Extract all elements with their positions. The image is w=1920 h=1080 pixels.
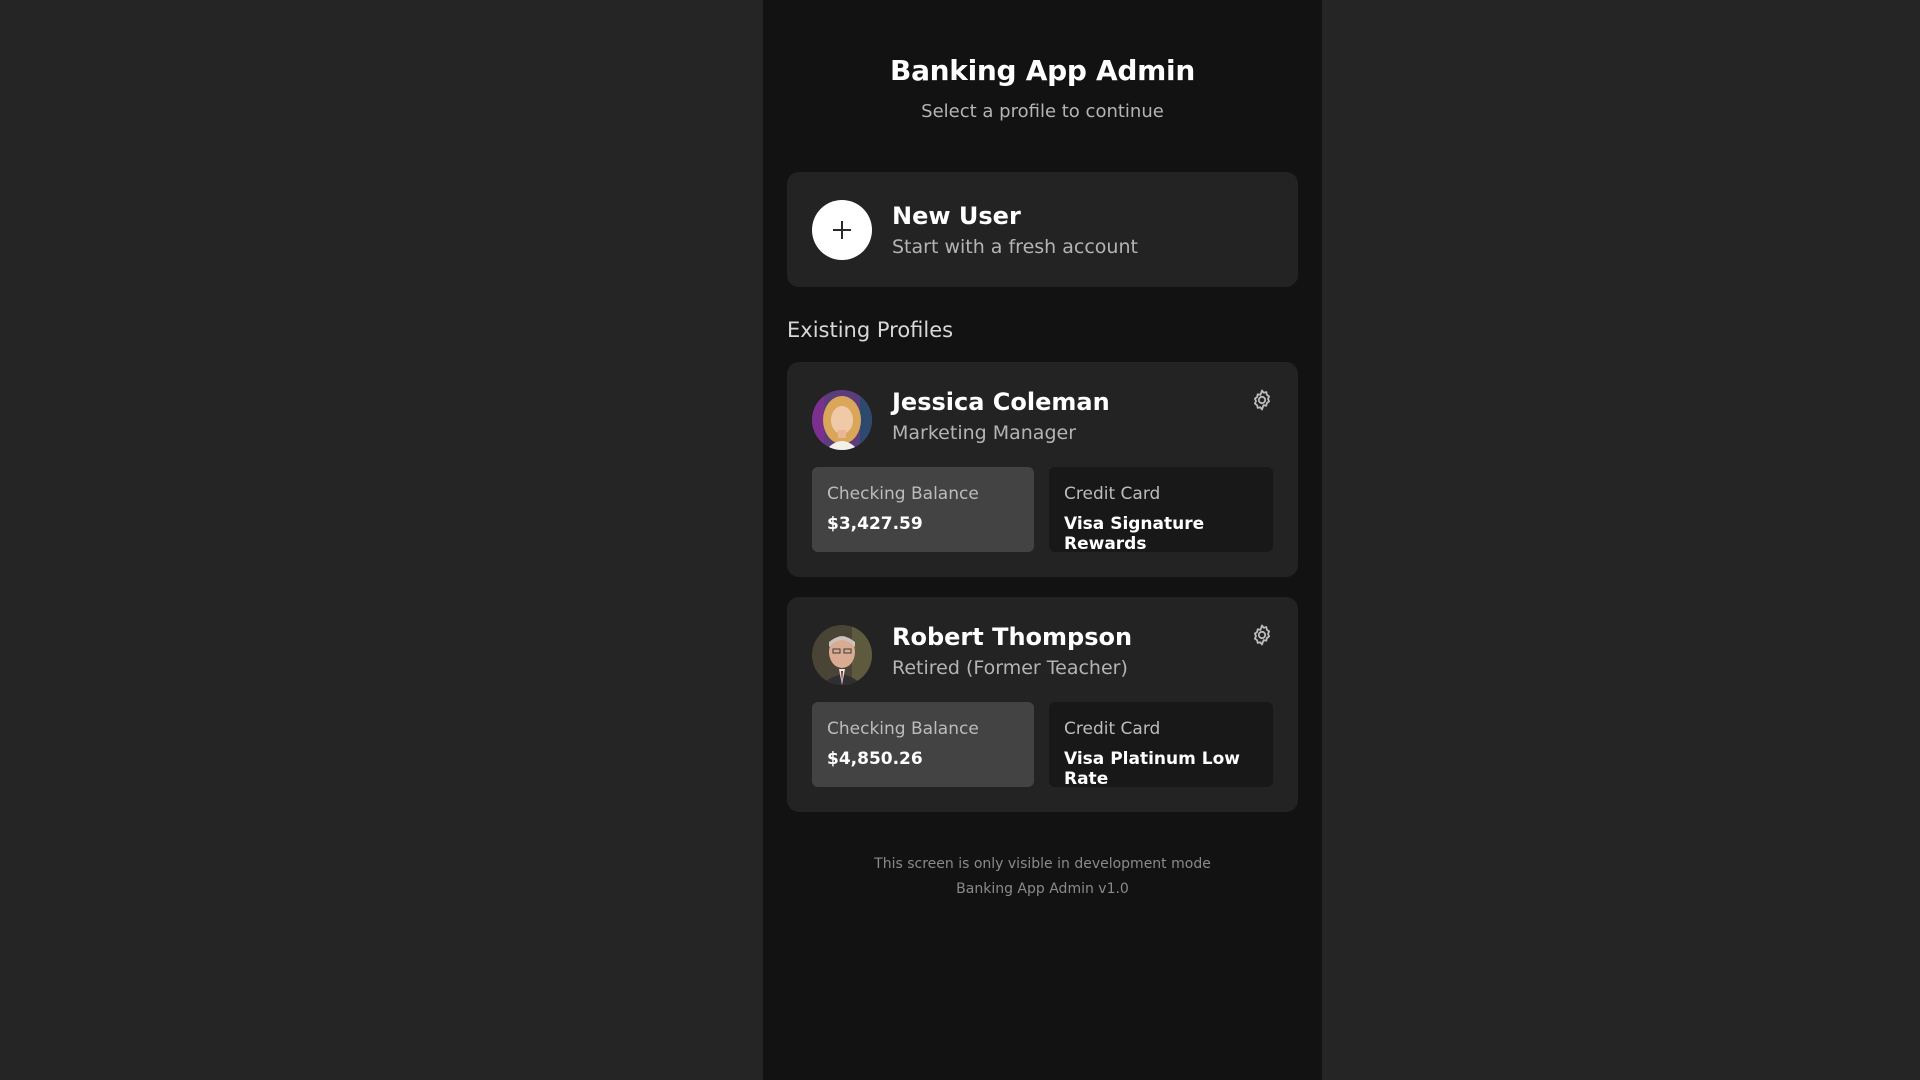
profile-card-robert-thompson[interactable]: Robert Thompson Retired (Former Teacher)… [787,597,1298,812]
checking-balance-value: $4,850.26 [827,749,923,769]
new-user-text: New User Start with a fresh account [892,202,1138,258]
checking-balance-label: Checking Balance [827,484,979,504]
profile-name: Robert Thompson [892,623,1133,651]
gear-icon[interactable] [1250,623,1274,647]
profile-name: Jessica Coleman [892,388,1110,416]
profile-card-jessica-coleman[interactable]: Jessica Coleman Marketing Manager Checki… [787,362,1298,577]
plus-icon [812,199,872,260]
profile-role: Retired (Former Teacher) [892,657,1128,679]
app-screen: Banking App Admin Select a profile to co… [763,0,1322,1080]
credit-card-label: Credit Card [1064,484,1161,504]
new-user-button[interactable]: New User Start with a fresh account [787,172,1298,287]
avatar [812,390,872,450]
new-user-subtitle: Start with a fresh account [892,235,1138,258]
page-title: Banking App Admin [890,54,1195,87]
credit-card-tile: Credit Card Visa Signature Rewards [1049,467,1273,554]
existing-profiles-heading: Existing Profiles [787,318,954,342]
checking-balance-tile: Checking Balance $3,427.59 [812,467,1034,552]
gear-icon[interactable] [1250,388,1274,412]
profile-role: Marketing Manager [892,422,1077,444]
credit-card-value: Visa Signature Rewards [1064,514,1205,554]
credit-card-label: Credit Card [1064,719,1161,739]
credit-card-value: Visa Platinum Low Rate [1064,749,1240,789]
avatar [812,625,872,685]
new-user-title: New User [892,201,1021,230]
page-subtitle: Select a profile to continue [921,101,1164,122]
footer-dev-note: This screen is only visible in developme… [874,856,1211,872]
credit-card-tile: Credit Card Visa Platinum Low Rate [1049,702,1273,789]
footer-version: Banking App Admin v1.0 [956,881,1129,897]
footer: This screen is only visible in developme… [763,852,1322,902]
checking-balance-tile: Checking Balance $4,850.26 [812,702,1034,787]
checking-balance-value: $3,427.59 [827,514,923,534]
header: Banking App Admin Select a profile to co… [763,0,1322,122]
checking-balance-label: Checking Balance [827,719,979,739]
